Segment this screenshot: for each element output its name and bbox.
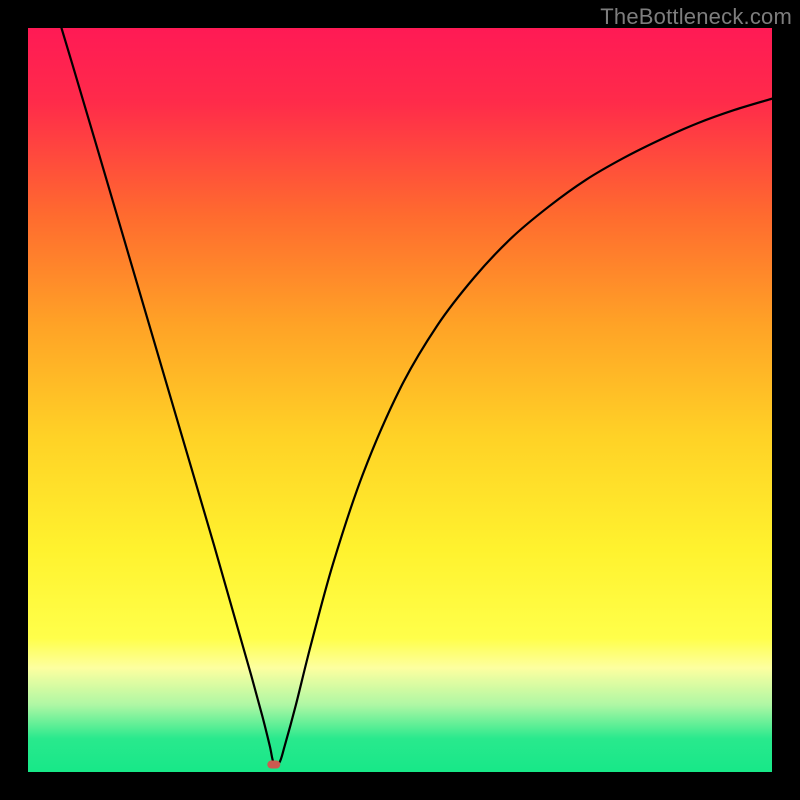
chart-frame: TheBottleneck.com (0, 0, 800, 800)
plot-area (28, 28, 772, 772)
optimal-point-marker (267, 760, 280, 769)
watermark-text: TheBottleneck.com (600, 4, 792, 30)
bottleneck-curve (28, 28, 772, 772)
